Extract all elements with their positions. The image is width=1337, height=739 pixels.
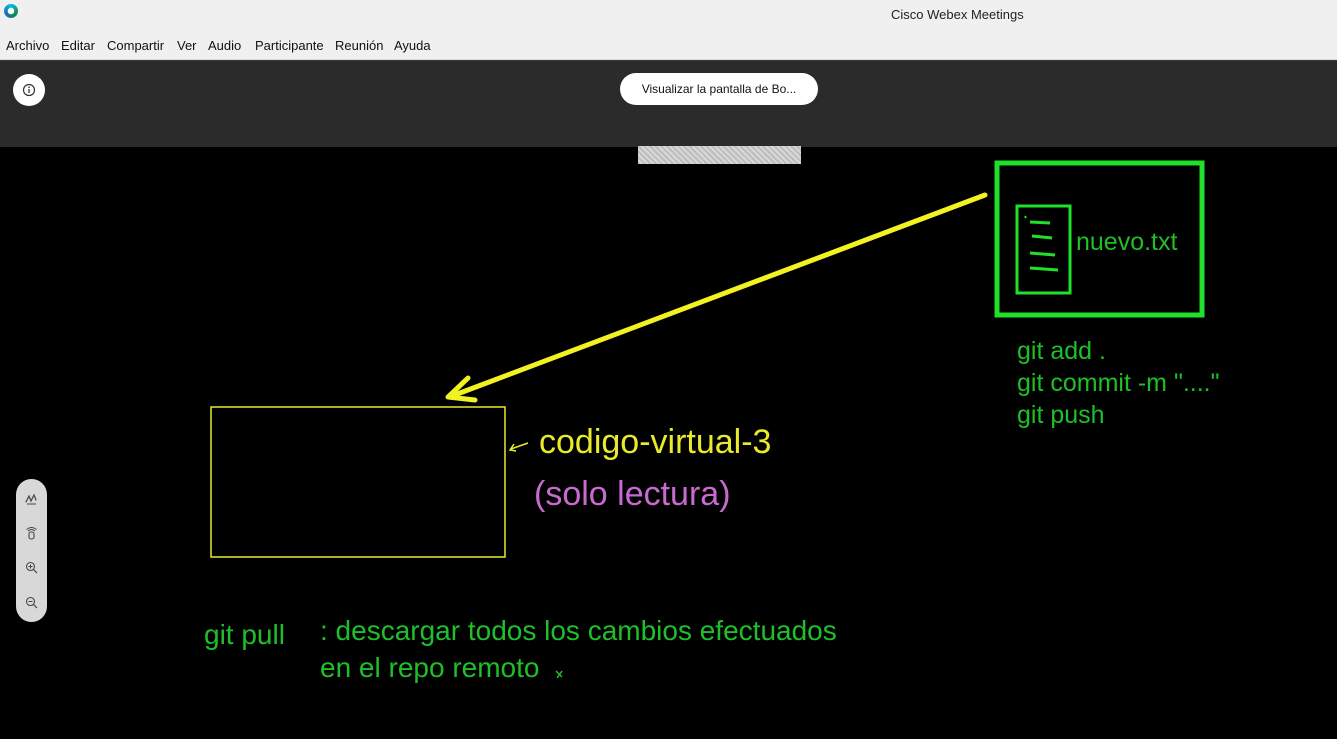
file-icon (1015, 204, 1072, 295)
git-push-text: git push (1017, 401, 1105, 429)
annotate-pen-icon (25, 493, 37, 505)
zoom-in-button[interactable] (21, 557, 42, 578)
repo-box (210, 406, 506, 558)
annotation-toolbar (16, 479, 47, 622)
file-label: nuevo.txt (1076, 228, 1178, 256)
readonly-label: (solo lectura) (534, 475, 731, 513)
zoom-out-button[interactable] (21, 592, 42, 613)
git-commit-text: git commit -m "...." (1017, 369, 1220, 397)
pull-desc-line2: en el repo remoto (320, 652, 540, 683)
annotate-button[interactable] (21, 488, 42, 509)
pull-desc-line1: : descargar todos los cambios efectuados (320, 615, 837, 646)
repo-label: codigo-virtual-3 (539, 423, 772, 461)
git-pull-text: git pull (204, 619, 285, 650)
push-arrow (445, 192, 988, 403)
pointer-button[interactable] (21, 523, 42, 544)
zoom-out-icon (25, 596, 38, 609)
pen-mark (555, 670, 563, 679)
zoom-in-icon (25, 561, 38, 574)
git-add-text: git add . (1017, 337, 1106, 365)
small-arrow (508, 442, 529, 452)
pointer-icon (26, 527, 37, 540)
